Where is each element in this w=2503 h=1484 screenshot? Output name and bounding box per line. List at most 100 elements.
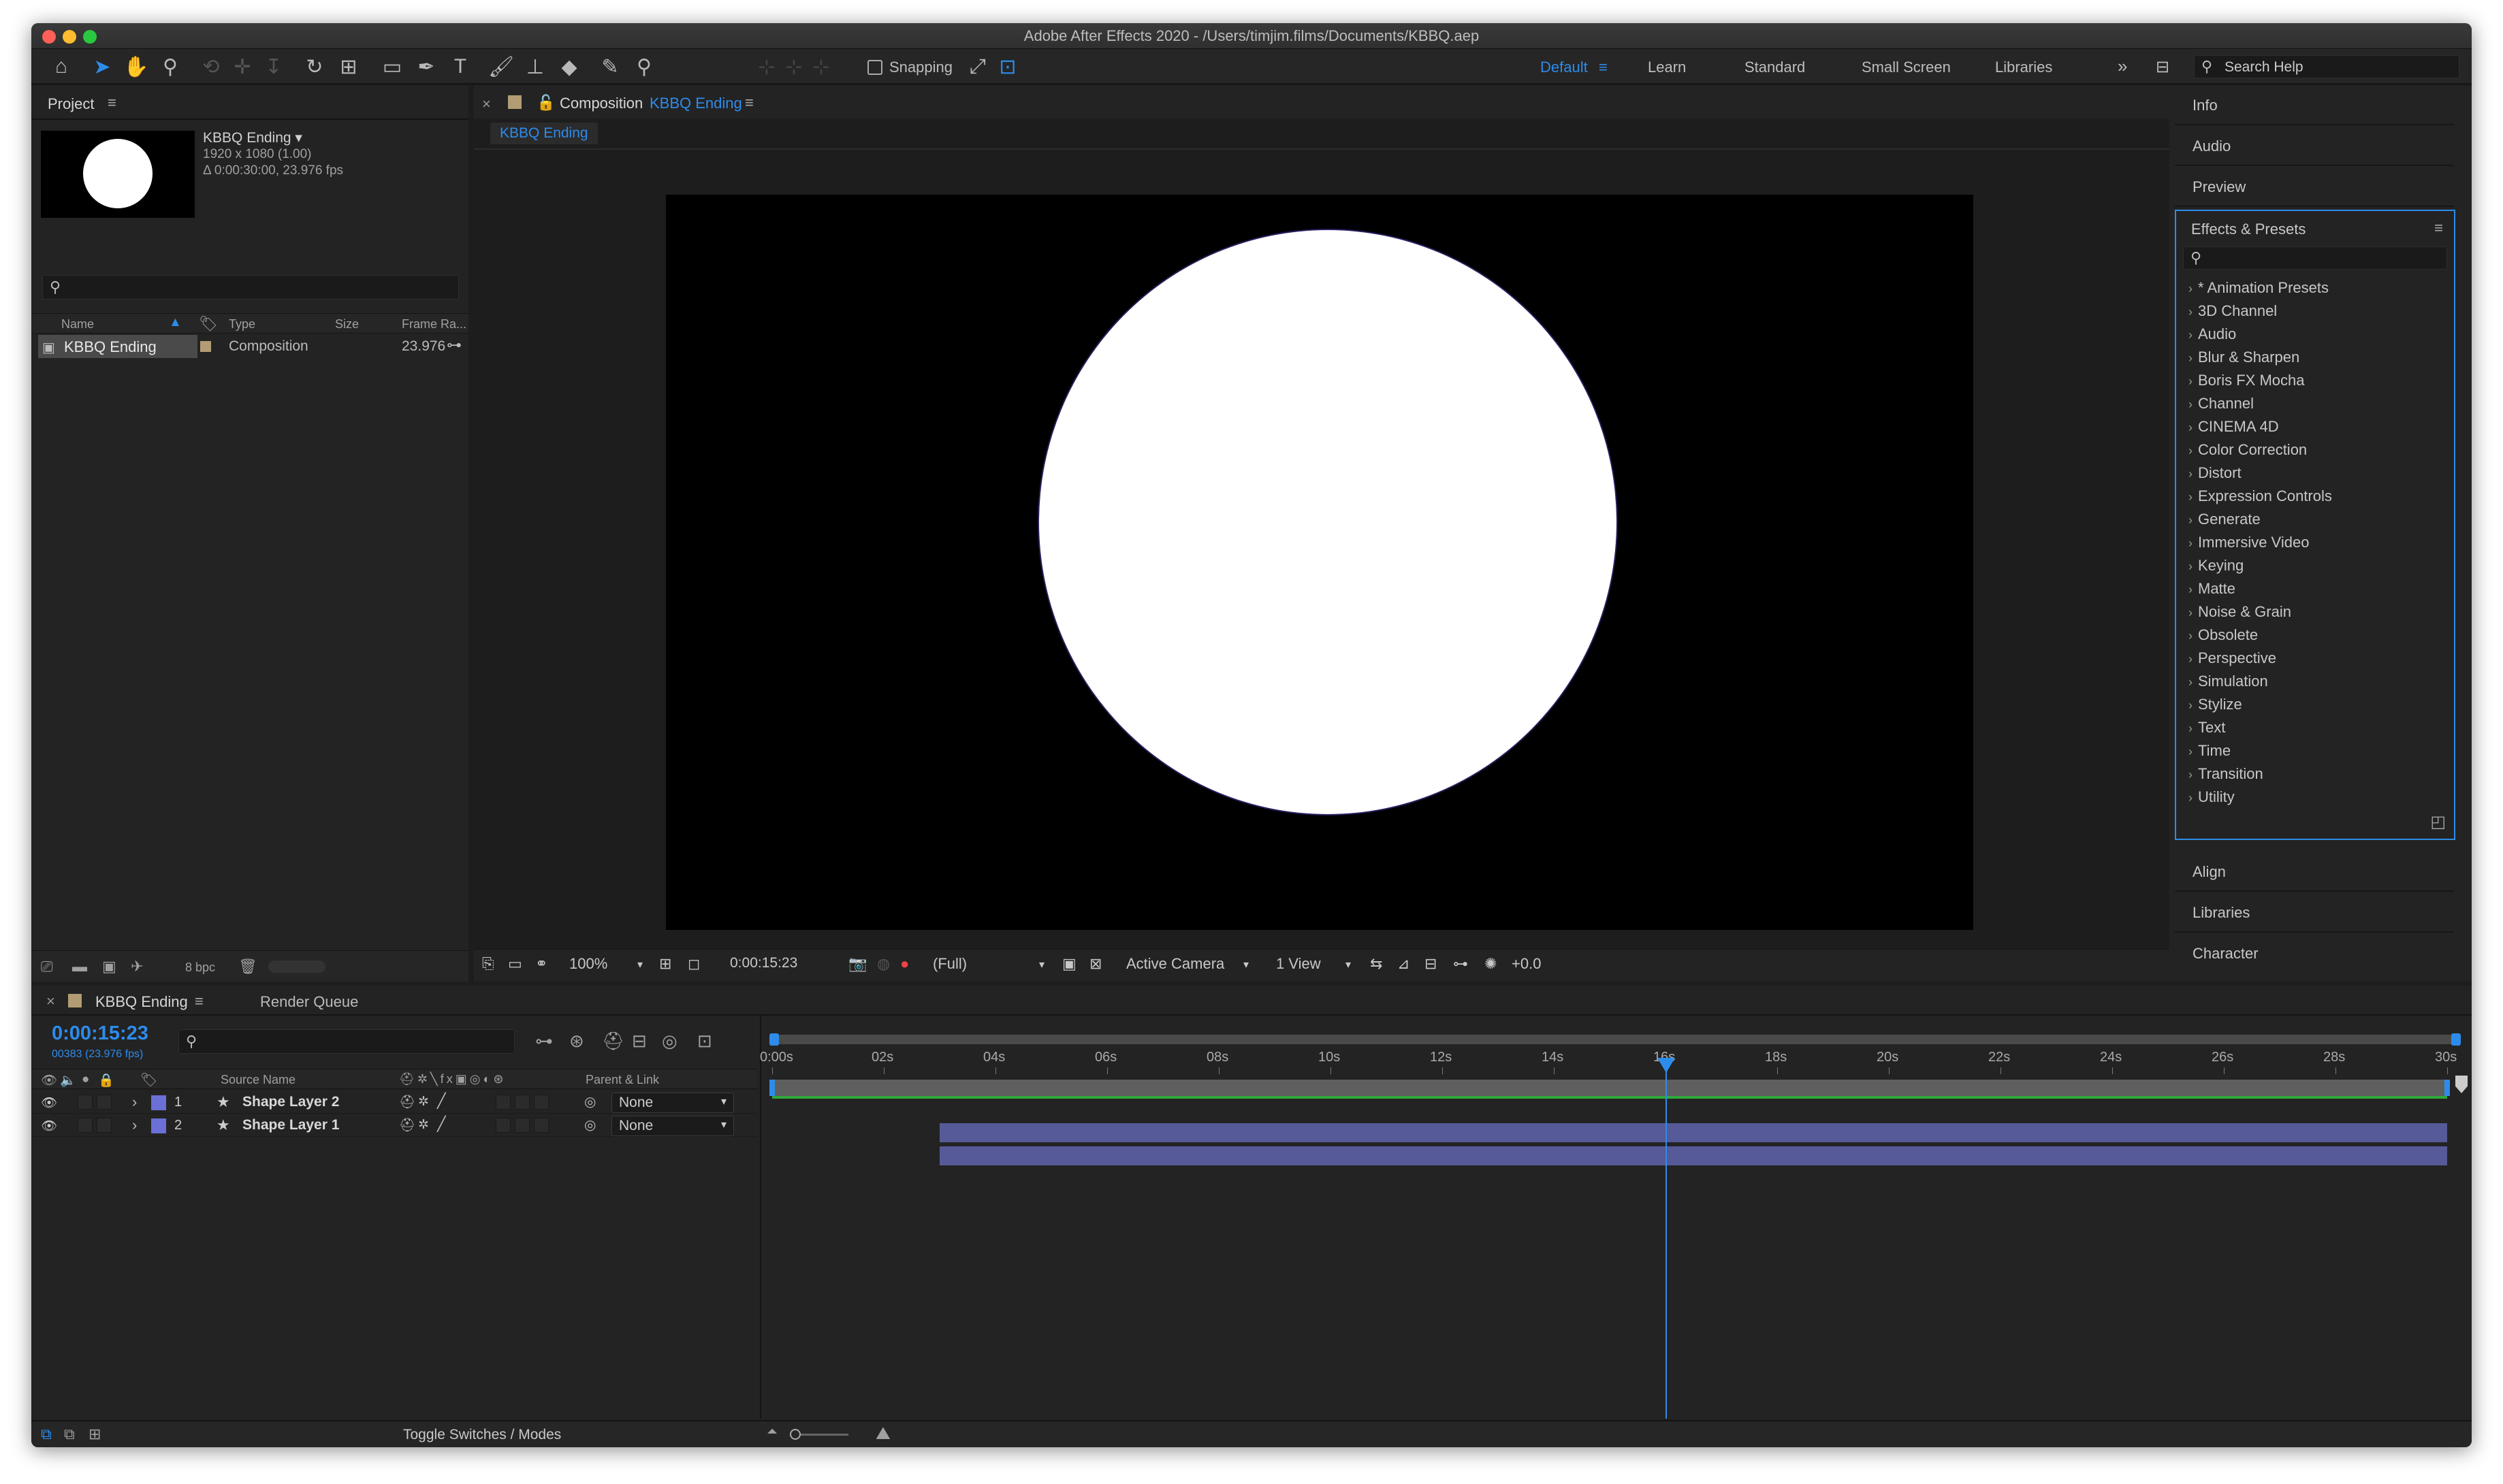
flowchart-icon[interactable]: ⊶ [1453,955,1468,973]
comp-breadcrumb[interactable]: KBBQ Ending [490,123,598,144]
layer-name[interactable]: Shape Layer 1 [242,1117,339,1133]
shy-layers-icon[interactable]: ⛑ [602,1031,624,1052]
effects-category[interactable]: › Text [2188,719,2225,737]
chevron-right-icon[interactable]: › [2188,722,2193,735]
sort-ascending-icon[interactable]: ▲ [169,315,182,330]
always-preview-icon[interactable]: ⎘ [482,955,494,973]
effects-category[interactable]: › Time [2188,742,2231,760]
work-area-bar[interactable] [769,1080,2450,1096]
effects-category[interactable]: › 3D Channel [2188,302,2277,320]
close-panel-icon[interactable]: × [46,993,55,1010]
camera-dropdown[interactable]: Active Camera [1126,955,1224,973]
snap-edges-icon[interactable]: ⤢ [964,53,991,80]
viewer-timecode[interactable]: 0:00:15:23 [730,955,797,971]
comp-marker-bin-icon[interactable] [2455,1076,2468,1093]
column-parent-link[interactable]: Parent & Link [586,1073,659,1087]
transparency-grid-icon[interactable]: ⊠ [1089,955,1102,973]
info-panel-tab[interactable]: Info [2175,86,2454,125]
preview-panel-tab[interactable]: Preview [2175,167,2454,207]
composition-name[interactable]: KBBQ Ending [650,95,742,112]
chevron-right-icon[interactable]: › [2188,282,2193,295]
effects-category[interactable]: › Keying [2188,557,2244,575]
switches-icons[interactable]: ⛑✲╲fx▣◎◐⊛ [399,1072,506,1086]
in-out-stretch-icon[interactable]: ⊞ [89,1425,101,1443]
timeline-zoom-slider[interactable] [790,1429,848,1440]
parent-dropdown[interactable]: None ▾ [611,1093,734,1113]
dolly-camera-icon[interactable]: ↧ [260,53,287,80]
effects-category[interactable]: › Noise & Grain [2188,603,2291,621]
layer-name[interactable]: Shape Layer 2 [242,1094,339,1110]
effects-category[interactable]: › Utility [2188,788,2235,806]
workspace-small-screen[interactable]: Small Screen [1862,59,1951,76]
effects-category[interactable]: › Expression Controls [2188,487,2332,505]
timeline-tab-comp[interactable]: KBBQ Ending [95,993,188,1011]
sync-settings-icon[interactable]: ⊟ [2156,57,2169,77]
quality-switch-icon[interactable]: ╱ [437,1116,446,1133]
layer-row[interactable]: 👁 › 1 ★ Shape Layer 2 ⛑ ✲ ╱ ◎ None ▾ [31,1091,757,1114]
chevron-right-icon[interactable]: › [2188,791,2193,805]
chevron-right-icon[interactable]: › [2188,421,2193,434]
flowchart-icon[interactable]: ⊶ [447,336,462,354]
hand-tool-icon[interactable]: ✋ [123,53,150,80]
snapshot-camera-icon[interactable]: 📷 [848,955,867,973]
column-size[interactable]: Size [335,317,359,332]
chevron-down-icon[interactable]: ▾ [1243,958,1249,971]
new-composition-icon[interactable]: ▣ [102,958,116,975]
layer-row[interactable]: 👁 › 2 ★ Shape Layer 1 ⛑ ✲ ╱ ◎ None ▾ [31,1114,757,1137]
motion-blur-switch[interactable] [496,1118,511,1133]
effects-category[interactable]: › Simulation [2188,673,2268,690]
timeline-menu-icon[interactable]: ≡ [195,993,204,1010]
lock-icon[interactable]: 🔓 [537,94,555,112]
effects-search-input[interactable]: ⚲ [2183,246,2447,270]
fast-previews-icon[interactable]: ⊿ [1397,955,1409,973]
fit-grid-icon[interactable]: ⊞ [659,955,671,973]
axis-mode-local-icon[interactable]: ⊹ [753,53,780,80]
label-tag-icon[interactable]: 🏷 [199,315,218,333]
reset-exposure-icon[interactable]: ✺ [1484,955,1497,973]
video-toggle-icon[interactable]: 👁 [41,1072,57,1088]
collapse-switch-icon[interactable]: ✲ [418,1094,429,1110]
chevron-right-icon[interactable]: › [132,1116,137,1134]
effects-category[interactable]: › * Animation Presets [2188,279,2329,297]
pick-whip-icon[interactable]: ◎ [584,1116,596,1133]
thumbnail-size-slider[interactable] [268,961,325,973]
anchor-point-tool-icon[interactable]: ⊞ [335,53,362,80]
zoom-tool-icon[interactable]: ⚲ [157,53,184,80]
layer-label-color[interactable] [151,1118,166,1133]
lock-icon[interactable]: 🔒 [98,1072,114,1088]
chevron-right-icon[interactable]: › [2188,698,2193,712]
chevron-right-icon[interactable]: › [2188,768,2193,781]
chevron-right-icon[interactable]: › [2188,444,2193,457]
effects-category[interactable]: › Matte [2188,580,2235,598]
solo-switch[interactable] [78,1118,93,1133]
vr-goggles-icon[interactable]: ⚭ [535,955,547,973]
quality-switch-icon[interactable]: ╱ [437,1093,446,1110]
label-color-swatch[interactable] [200,341,211,352]
shy-switch-icon[interactable]: ⛑ [399,1117,415,1133]
composition-canvas[interactable] [666,195,1973,930]
timeline-timecode[interactable]: 0:00:15:23 [52,1022,148,1045]
new-bin-icon[interactable]: ◰ [2430,812,2446,832]
project-search-input[interactable]: ⚲ [42,275,459,300]
effects-menu-icon[interactable]: ≡ [2434,219,2443,237]
chevron-right-icon[interactable]: › [2188,351,2193,365]
character-panel-tab[interactable]: Character [2175,934,2454,973]
toggle-switches-modes[interactable]: Toggle Switches / Modes [403,1427,561,1443]
chevron-right-icon[interactable]: › [2188,467,2193,481]
workspace-menu-icon[interactable]: ≡ [1599,59,1608,76]
snap-features-icon[interactable]: ⊡ [994,53,1021,80]
table-row[interactable]: ▣ KBBQ Ending Composition 23.976 ⊶ [31,335,468,358]
effects-category[interactable]: › Immersive Video [2188,534,2309,551]
chevron-right-icon[interactable]: › [2188,629,2193,643]
lock-switch[interactable] [97,1095,112,1110]
exposure-value[interactable]: +0.0 [1512,955,1541,973]
transfer-controls-icon[interactable]: ⧉ [64,1425,75,1443]
eye-icon[interactable]: 👁 [41,1118,57,1134]
home-icon[interactable]: ⌂ [48,53,75,80]
column-type[interactable]: Type [229,317,255,332]
adjustment-switch[interactable] [515,1095,530,1110]
chevron-right-icon[interactable]: › [2188,374,2193,388]
frame-blending-icon[interactable]: ⊟ [632,1031,647,1052]
effects-category[interactable]: › Stylize [2188,696,2242,713]
3d-switch[interactable] [534,1118,549,1133]
